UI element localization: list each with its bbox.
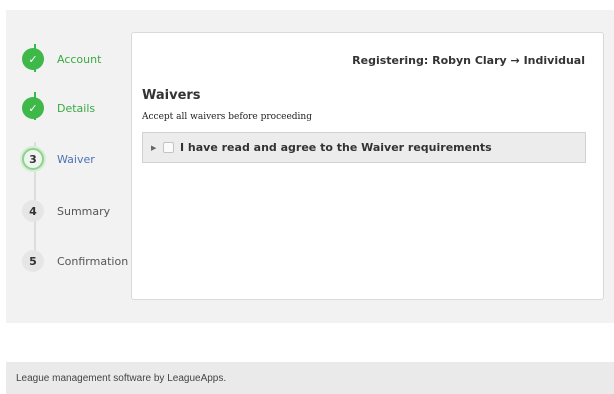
step-label: Confirmation xyxy=(57,254,129,268)
step-label: Summary xyxy=(57,204,111,218)
waiver-card: Registering: Robyn Clary → Individual Wa… xyxy=(131,32,604,300)
step-label: Waiver xyxy=(57,152,95,166)
waiver-instructions: Accept all waivers before proceeding xyxy=(142,112,312,122)
step-label: Account xyxy=(57,52,102,66)
registering-info: Registering: Robyn Clary → Individual xyxy=(352,54,585,67)
waiver-checkbox[interactable] xyxy=(163,142,174,153)
waiver-label[interactable]: I have read and agree to the Waiver requ… xyxy=(180,141,492,154)
step-details[interactable]: ✓ Details xyxy=(22,96,95,120)
page-footer: League management software by LeagueApps… xyxy=(6,362,614,394)
step-account[interactable]: ✓ Account xyxy=(22,47,101,71)
checkmark-icon: ✓ xyxy=(22,97,44,119)
registration-panel: ✓ Account ✓ Details 3 Waiver 4 Summary 5… xyxy=(6,10,614,323)
waiver-accordion[interactable]: ▶ I have read and agree to the Waiver re… xyxy=(142,132,586,163)
step-number: 5 xyxy=(22,250,44,272)
progress-stepper: ✓ Account ✓ Details 3 Waiver 4 Summary 5… xyxy=(6,10,130,323)
page-title: Waivers xyxy=(142,88,201,103)
caret-right-icon[interactable]: ▶ xyxy=(151,144,161,152)
step-label: Details xyxy=(57,101,96,115)
step-summary: 4 Summary xyxy=(22,199,110,223)
step-waiver: 3 Waiver xyxy=(22,147,95,171)
step-number: 4 xyxy=(22,200,44,222)
checkmark-icon: ✓ xyxy=(22,48,44,70)
step-confirmation: 5 Confirmation xyxy=(22,249,128,273)
step-number: 3 xyxy=(22,148,44,170)
footer-text: League management software by LeagueApps… xyxy=(16,372,227,384)
